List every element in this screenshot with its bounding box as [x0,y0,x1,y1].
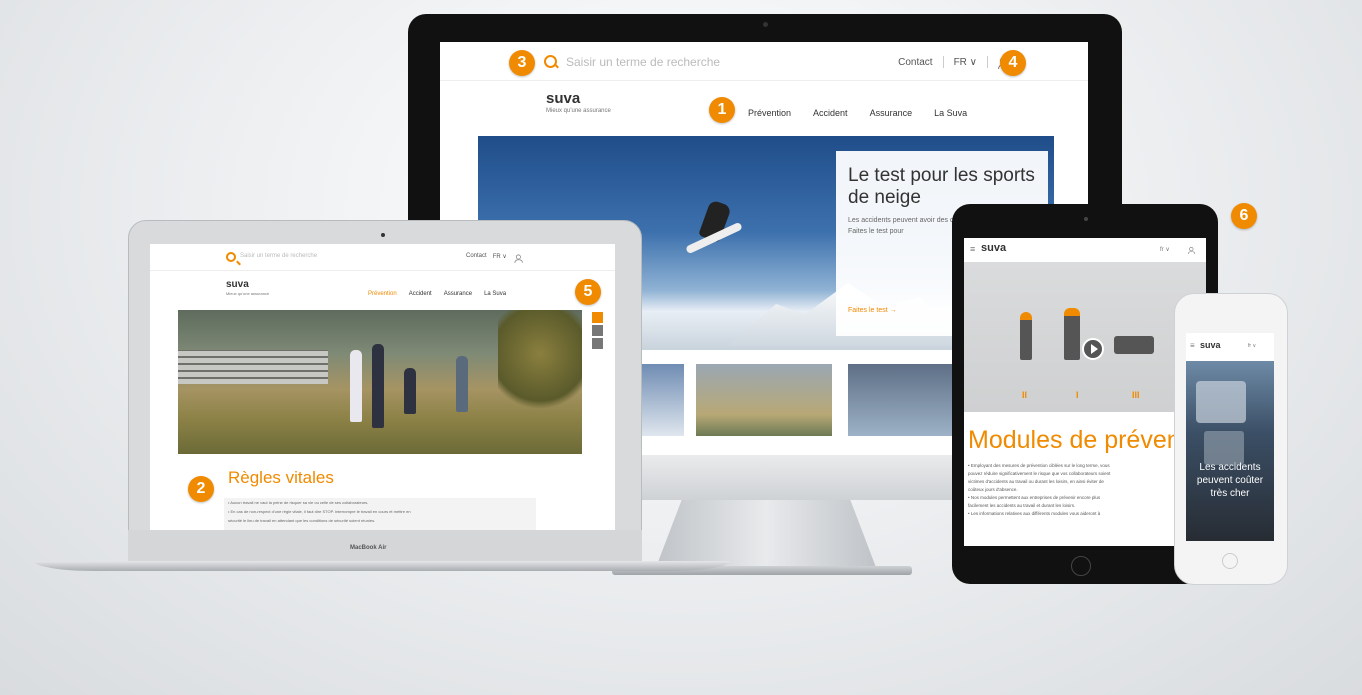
nav-item-prevention[interactable]: Prévention [368,291,397,297]
body-line: facilement les accidents au travail et d… [968,503,1076,508]
body-line: • Nos modules permettent aux entreprises… [968,495,1101,500]
nav-item-assurance[interactable]: Assurance [870,108,913,118]
side-tool-tabs [592,312,603,351]
desktop-topbar: Saisir un terme de recherche Contact FR … [440,42,1088,81]
search-icon[interactable] [226,252,236,262]
person-figure [350,350,362,422]
tablet-body-text: • Employant des mesures de prévention ci… [968,462,1200,518]
callout-badge-6: 6 [1231,203,1257,229]
phone-teaser-text: Les accidents peuvent coûter très cher [1196,462,1264,499]
divider [987,56,988,68]
body-line: • Employant des mesures de prévention ci… [968,463,1110,468]
count-marker: I [1076,390,1079,400]
hospital-scene-image [1186,361,1274,541]
suva-logo[interactable]: suva [226,279,249,290]
nav-item-assurance[interactable]: Assurance [444,291,472,297]
nav-item-la-suva[interactable]: La Suva [934,108,967,118]
body-line: • Les informations relatives aux différe… [968,511,1101,516]
hospital-bed-pictogram [1114,336,1154,354]
medical-equipment-shape [1196,381,1246,423]
divider [942,56,944,68]
count-marker: II [1022,390,1028,400]
language-select[interactable]: FR ∨ [954,57,977,68]
language-select[interactable]: fr ∨ [1160,246,1170,253]
body-line: • Aucun travail ne vaut la peine de risq… [228,500,369,505]
callout-badge-4: 4 [1000,50,1026,76]
laptop-search-input[interactable]: Saisir un terme de recherche [240,253,317,259]
search-icon[interactable] [544,55,557,68]
nav-item-accident[interactable]: Accident [409,291,432,297]
laptop-topbar: Saisir un terme de recherche Contact FR … [150,244,615,271]
hamburger-menu-icon[interactable]: ≡ [970,244,975,254]
body-line: sécurité le lieu de travail en attendant… [228,518,376,523]
callout-badge-2: 2 [188,476,214,502]
callout-badge-3: 3 [509,50,535,76]
macbook-brand-label: MacBook Air [350,545,387,551]
suva-logo[interactable]: suva [1200,340,1221,350]
tablet-camera [1084,217,1088,221]
callout-badge-1: 1 [709,97,735,123]
contact-link[interactable]: Contact [898,57,932,68]
body-line: coûteux jours d'absence. [968,487,1018,492]
tablet-screen: ≡ suva fr ∨ II I III Modules de préventi… [964,238,1206,546]
nav-item-accident[interactable]: Accident [813,108,848,118]
body-line: • En cas de non-respect d'une règle vita… [228,509,411,514]
macbook-screen: Saisir un terme de recherche Contact FR … [150,244,615,530]
phone-home-button [1222,553,1238,569]
nav-item-la-suva[interactable]: La Suva [484,291,506,297]
logo-tagline: Mieux qu'une assurance [546,108,611,114]
person-figure [456,356,468,412]
tablet-home-button [1071,556,1091,576]
person-figure [404,368,416,414]
desktop-main-nav: Prévention Accident Assurance La Suva [748,108,967,118]
worker-pictogram [1020,312,1032,360]
language-select[interactable]: fr ∨ [1248,343,1256,349]
building-shape [178,350,328,384]
laptop-utility-nav: Contact FR ∨ [466,253,523,263]
side-tab-print[interactable] [592,325,603,336]
suva-logo[interactable]: suva [546,90,580,107]
hospital-bed-shape [1204,431,1244,465]
laptop-main-nav: Prévention Accident Assurance La Suva [368,291,506,297]
page-heading: Règles vitales [228,468,334,487]
desktop-search-input[interactable]: Saisir un terme de recherche [566,55,720,69]
teaser-title: Le test pour les sports de neige [848,165,1035,208]
cyclist-pictogram [1064,308,1080,360]
language-select[interactable]: FR ∨ [493,253,507,263]
user-icon[interactable] [1188,247,1196,255]
play-triangle-icon [1091,344,1098,354]
thumbnail-3[interactable] [848,364,960,436]
tablet-page-title: Modules de prévention [968,426,1206,454]
nav-item-prevention[interactable]: Prévention [748,108,791,118]
callout-badge-5: 5 [575,279,601,305]
body-line: pouvez réduire significativement le risq… [968,471,1111,476]
phone-header: ≡ suva fr ∨ [1186,333,1274,361]
play-video-icon[interactable] [1082,338,1104,360]
count-marker: III [1132,390,1140,400]
suva-logo[interactable]: suva [981,242,1006,254]
body-line: victimes d'accidents au travail ou duran… [968,479,1104,484]
user-icon[interactable] [514,254,523,263]
teaser-cta-link[interactable]: Faites le test → [848,307,897,314]
desktop-utility-nav: Contact FR ∨ [898,56,1010,69]
macbook-base [34,561,730,571]
phone-screen: ≡ suva fr ∨ Les accidents peuvent coûter… [1186,333,1274,541]
logo-tagline: Mieux qu'une assurance [226,291,270,296]
side-tab-document[interactable] [592,338,603,349]
imac-stand [655,500,877,570]
tree-shape [498,310,582,420]
prevention-modules-illustration: II I III [964,262,1206,412]
person-figure [372,344,384,428]
rules-body-text: • Aucun travail ne vaut la peine de risq… [224,498,536,530]
contact-link[interactable]: Contact [466,253,487,263]
hamburger-menu-icon[interactable]: ≡ [1190,341,1195,350]
people-walking-hero-image [178,310,582,454]
tablet-header: ≡ suva fr ∨ [964,238,1206,263]
thumbnail-2[interactable] [696,364,832,436]
macbook-camera [381,233,385,237]
imac-camera [763,22,768,27]
side-tab-info[interactable] [592,312,603,323]
